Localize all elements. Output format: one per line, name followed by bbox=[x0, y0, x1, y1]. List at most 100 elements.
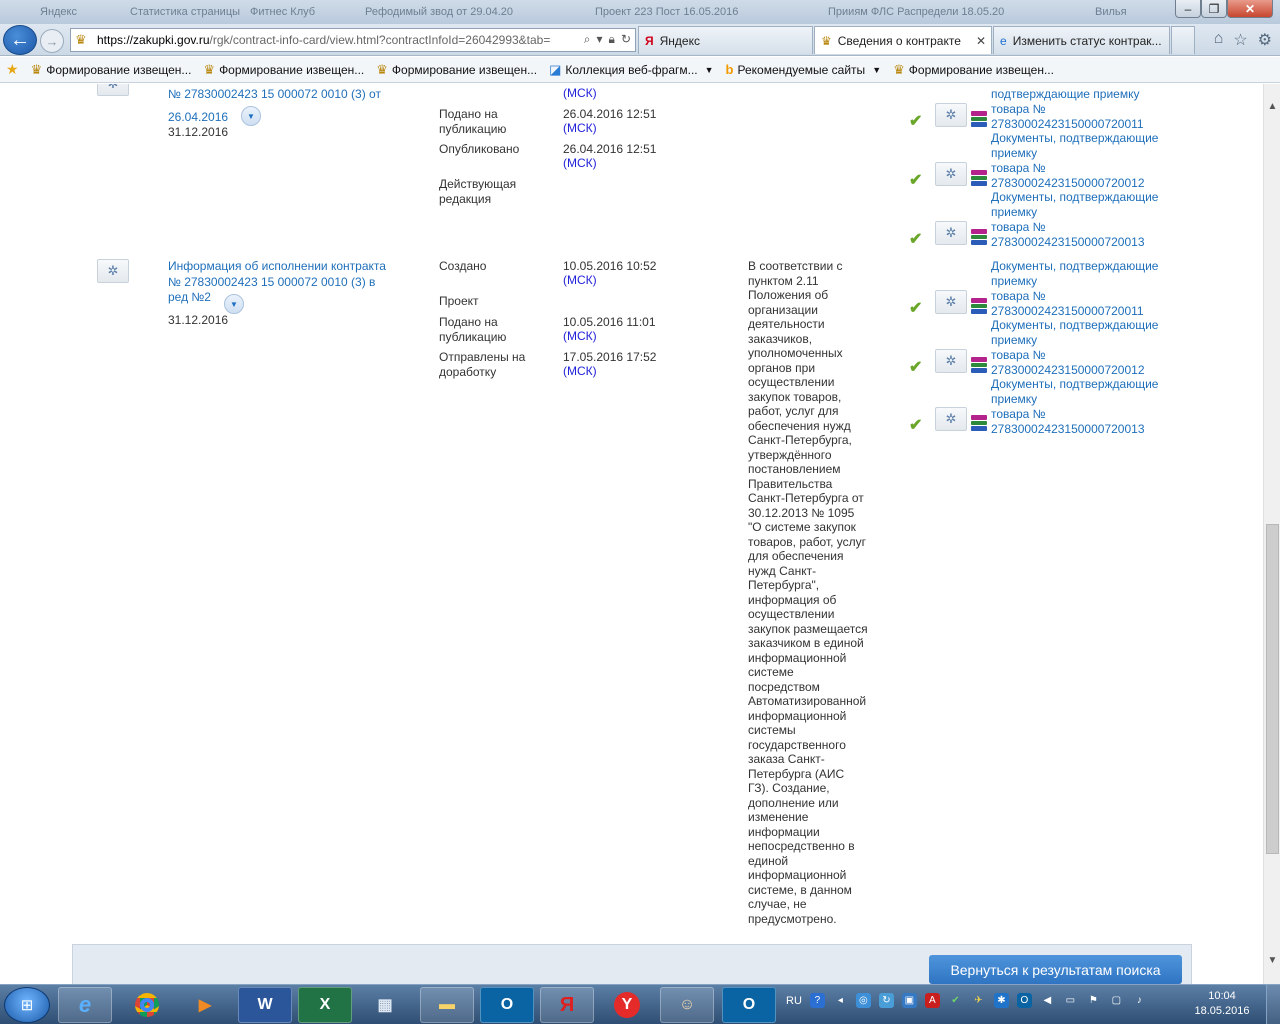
certificate-icon[interactable]: ✲ bbox=[935, 162, 967, 186]
taskbar-calculator[interactable]: ▦ bbox=[358, 987, 412, 1023]
certificate-icon[interactable]: ✲ bbox=[935, 407, 967, 431]
taskbar-excel[interactable]: X bbox=[298, 987, 352, 1023]
record1-date[interactable]: 26.04.2016 bbox=[168, 110, 228, 125]
certificate-icon[interactable]: ✲ bbox=[935, 103, 967, 127]
excel-icon: X bbox=[319, 996, 331, 1013]
gear-icon[interactable]: ⚙ bbox=[1258, 30, 1272, 50]
gov-emblem-icon: ♛ bbox=[821, 33, 832, 48]
doc-link[interactable]: Документы, подтверждающие приемку товара … bbox=[991, 259, 1171, 319]
back-button[interactable]: ← bbox=[3, 25, 37, 55]
record2-event-label: Подано на публикацию bbox=[439, 315, 507, 344]
vertical-scrollbar[interactable]: ▲ ▼ bbox=[1263, 84, 1280, 984]
windows-taskbar: ⊞ e ▶ W X ▦ ▬ O Я Y ☺ O RU ? ◂ ◎ ↻ ▣ A ✔… bbox=[0, 984, 1280, 1024]
record1-event-label: Подано на публикацию bbox=[439, 107, 507, 136]
expand-chevron-icon[interactable]: ▼ bbox=[241, 106, 261, 126]
chevron-left-icon[interactable]: ◂ bbox=[833, 993, 848, 1008]
check-icon: ✔ bbox=[909, 417, 923, 434]
certificate-icon[interactable]: ✲ bbox=[935, 221, 967, 245]
record1-event-tz: (МСК) bbox=[563, 121, 597, 135]
taskbar-explorer[interactable]: ▬ bbox=[420, 987, 474, 1023]
record1-end-date: 31.12.2016 bbox=[168, 125, 229, 139]
maximize-button[interactable]: ❐ bbox=[1201, 0, 1227, 18]
flag-icon[interactable]: ⚑ bbox=[1086, 993, 1101, 1008]
favorite-item[interactable]: ◪ Коллекция веб-фрагм... ▼ bbox=[549, 62, 713, 78]
airplane-icon[interactable]: ✈ bbox=[971, 993, 986, 1008]
archive-icon[interactable] bbox=[971, 111, 987, 128]
scroll-down-icon[interactable]: ▼ bbox=[1264, 952, 1280, 969]
doc-link[interactable]: Документы, подтверждающие приемку товара … bbox=[991, 318, 1171, 378]
close-window-button[interactable]: ✕ bbox=[1227, 0, 1273, 18]
archive-icon[interactable] bbox=[971, 298, 987, 315]
record1-title[interactable]: № 27830002423 15 000072 0010 (3) от bbox=[168, 87, 398, 102]
add-favorite-star-icon[interactable]: ★ bbox=[6, 61, 19, 78]
tab-contract-info[interactable]: ♛ Сведения о контракте ✕ bbox=[814, 26, 992, 54]
certificate-icon[interactable]: ✲ bbox=[935, 349, 967, 373]
doc-link[interactable]: Документы, подтверждающие приемку товара … bbox=[991, 190, 1171, 250]
scroll-thumb[interactable] bbox=[1266, 524, 1279, 854]
record2-title[interactable]: Информация об исполнении контракта № 278… bbox=[168, 259, 393, 306]
yandex-icon: Я bbox=[559, 993, 575, 1016]
favorite-item[interactable]: ♛ Формирование извещен... bbox=[31, 62, 192, 78]
sync-icon[interactable]: ↻ bbox=[878, 993, 894, 1008]
close-tab-icon[interactable]: ✕ bbox=[976, 34, 986, 48]
check-icon: ✔ bbox=[909, 231, 923, 248]
favorite-item[interactable]: ♛ Формирование извещен... bbox=[893, 62, 1054, 78]
minimize-button[interactable]: – bbox=[1175, 0, 1201, 18]
certificate-icon[interactable]: ✲ bbox=[935, 290, 967, 314]
volume-icon[interactable]: ◀ bbox=[1040, 993, 1055, 1008]
taskbar-outlook[interactable]: O bbox=[480, 987, 534, 1023]
chevron-down-icon[interactable]: ▾ bbox=[597, 32, 603, 47]
taskbar-ie[interactable]: e bbox=[58, 987, 112, 1023]
taskbar-yandex[interactable]: Я bbox=[540, 987, 594, 1023]
taskbar-word[interactable]: W bbox=[238, 987, 292, 1023]
tab-yandex[interactable]: Я Яндекс bbox=[638, 26, 813, 54]
favorites-star-icon[interactable]: ☆ bbox=[1233, 30, 1247, 50]
favorite-item[interactable]: b Рекомендуемые сайты ▼ bbox=[726, 62, 882, 77]
bluetooth-icon[interactable]: ✱ bbox=[993, 993, 1009, 1008]
certificate-icon[interactable]: ✲ bbox=[97, 84, 129, 96]
certificate-icon[interactable]: ✲ bbox=[97, 259, 129, 283]
scroll-up-icon[interactable]: ▲ bbox=[1264, 98, 1280, 115]
outlook-tray-icon[interactable]: O bbox=[1016, 993, 1032, 1008]
help-icon[interactable]: ? bbox=[809, 993, 825, 1008]
taskbar-chrome[interactable] bbox=[120, 987, 174, 1023]
outlook-icon: O bbox=[500, 996, 514, 1013]
taskbar-yandex-browser[interactable]: Y bbox=[600, 987, 654, 1023]
new-tab-button[interactable] bbox=[1171, 26, 1195, 54]
record1-event-label: Действующая редакция bbox=[439, 177, 517, 206]
return-to-search-button[interactable]: Вернуться к результатам поиска bbox=[929, 955, 1182, 984]
search-icon[interactable]: ⌕ bbox=[584, 32, 591, 47]
expand-chevron-icon[interactable]: ▼ bbox=[224, 294, 244, 314]
forward-button[interactable]: → bbox=[40, 29, 64, 53]
archive-icon[interactable] bbox=[971, 357, 987, 374]
power-icon[interactable]: ▭ bbox=[1063, 993, 1078, 1008]
refresh-icon[interactable]: ↻ bbox=[621, 32, 631, 47]
archive-icon[interactable] bbox=[971, 229, 987, 246]
display-icon[interactable]: ▢ bbox=[1109, 993, 1124, 1008]
taskbar-media-player[interactable]: ▶ bbox=[178, 987, 232, 1023]
show-desktop-button[interactable] bbox=[1266, 985, 1280, 1024]
address-bar[interactable]: ♛ https://zakupki.gov.ru /rgk/contract-i… bbox=[70, 28, 636, 52]
favorite-item[interactable]: ♛ Формирование извещен... bbox=[203, 62, 364, 78]
taskbar-outlook-2[interactable]: O bbox=[722, 987, 776, 1023]
network-icon[interactable]: ◎ bbox=[855, 993, 871, 1008]
browser-navbar: ← → ♛ https://zakupki.gov.ru /rgk/contra… bbox=[0, 24, 1280, 56]
tray-app-icon[interactable]: ▣ bbox=[901, 993, 917, 1008]
doc-link[interactable]: Документы, подтверждающие приемку товара … bbox=[991, 377, 1171, 437]
acrobat-icon[interactable]: A bbox=[924, 993, 940, 1008]
tab-change-status[interactable]: e Изменить статус контрак... bbox=[993, 26, 1170, 54]
archive-icon[interactable] bbox=[971, 415, 987, 432]
start-button[interactable]: ⊞ bbox=[4, 987, 50, 1023]
doc-link[interactable]: подтверждающие приемку товара № 2783000242… bbox=[991, 87, 1171, 132]
security-check-icon[interactable]: ✔ bbox=[948, 993, 963, 1008]
doc-link[interactable]: Документы, подтверждающие приемку товара … bbox=[991, 131, 1171, 191]
language-indicator[interactable]: RU bbox=[786, 995, 802, 1007]
lock-icon[interactable]: 🔒︎ bbox=[609, 32, 615, 47]
archive-icon[interactable] bbox=[971, 170, 987, 187]
taskbar-app-avatar[interactable]: ☺ bbox=[660, 987, 714, 1023]
system-clock[interactable]: 10:04 18.05.2016 bbox=[1190, 989, 1254, 1019]
gov-emblem-icon: ♛ bbox=[893, 61, 905, 77]
favorite-item[interactable]: ♛ Формирование извещен... bbox=[376, 62, 537, 78]
speaker-icon[interactable]: ♪ bbox=[1132, 993, 1147, 1008]
home-icon[interactable]: ⌂ bbox=[1214, 30, 1224, 50]
